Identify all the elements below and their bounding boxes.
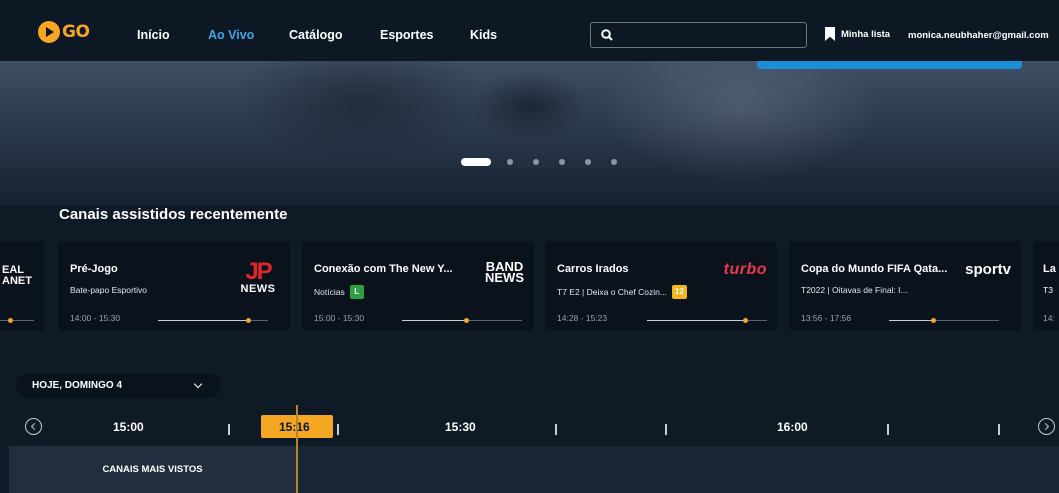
channel-card-partial[interactable]: EAL ANET [0, 241, 44, 331]
discovery-turbo-logo: turbo [723, 261, 767, 278]
program-time: 14: [1043, 313, 1055, 323]
carousel-dot[interactable] [507, 159, 513, 165]
channel-card-partial[interactable]: La T3 14: [1033, 241, 1059, 331]
timeline-tick [887, 424, 889, 435]
timeline-tick [665, 424, 667, 435]
progress-bar [889, 318, 999, 323]
nav-item-esportes[interactable]: Esportes [380, 28, 434, 42]
program-title: Carros Irados [557, 263, 629, 275]
date-selector[interactable]: HOJE, DOMINGO 4 [16, 373, 221, 398]
channel-card[interactable]: Copa do Mundo FIFA Qata... T2022 | Oitav… [789, 241, 1021, 331]
carousel-dot[interactable] [533, 159, 539, 165]
hero-image-highlight [600, 61, 880, 181]
bookmark-icon [825, 27, 835, 41]
chevron-left-icon [30, 422, 39, 431]
section-title: Canais assistidos recentemente [59, 206, 288, 223]
nav-item-inicio[interactable]: Início [137, 28, 170, 42]
progress-bar [402, 318, 522, 323]
schedule-row-label: CANAIS MAIS VISTOS [9, 446, 296, 493]
my-list-link[interactable]: Minha lista [825, 27, 890, 41]
nav-item-catalogo[interactable]: Catálogo [289, 28, 342, 42]
timeline-prev-button[interactable] [25, 418, 42, 435]
program-time: 14:00 - 15:30 [70, 313, 121, 323]
program-title: Pré-Jogo [70, 263, 118, 275]
program-subtitle: T2022 | Oitavas de Final: I... [801, 285, 908, 295]
timeline-next-button[interactable] [1038, 418, 1055, 435]
channel-card[interactable]: Pré-Jogo Bate-papo Esportivo JP NEWS 14:… [58, 241, 290, 331]
search-input[interactable] [619, 28, 799, 42]
channel-card[interactable]: Carros Irados T7 E2 | Deixa o Chef Cozin… [545, 241, 777, 331]
timeline-tick [998, 424, 1000, 435]
program-subtitle: T3 [1043, 285, 1053, 295]
band-news-logo: BAND NEWS [485, 259, 524, 285]
progress-bar [158, 318, 268, 323]
hero-image-shade [230, 61, 490, 161]
program-time: 14:28 - 15:23 [557, 313, 608, 323]
progress-bar [0, 318, 34, 323]
channel-logo: EAL ANET [2, 264, 32, 287]
carousel-dot[interactable] [461, 158, 491, 166]
jp-news-logo: JP NEWS [240, 258, 276, 296]
go-logo[interactable]: GO [38, 21, 90, 43]
carousel-dot[interactable] [611, 159, 617, 165]
search-icon [601, 29, 613, 41]
program-title: Copa do Mundo FIFA Qata... [801, 263, 948, 275]
play-logo-icon [38, 21, 60, 43]
sportv-logo: sportv [965, 261, 1011, 278]
program-time: 15:00 - 15:30 [314, 313, 365, 323]
carousel-dots [461, 158, 637, 166]
rating-badge: L [349, 285, 364, 299]
channel-card[interactable]: Conexão com The New Y... Notícias L BAND… [302, 241, 534, 331]
progress-bar [647, 318, 767, 323]
time-label: 15:00 [113, 420, 144, 434]
carousel-dot[interactable] [559, 159, 565, 165]
program-subtitle: T7 E2 | Deixa o Chef Cozin... 12 [557, 285, 687, 299]
program-time: 13:56 - 17:56 [801, 313, 852, 323]
hero-banner[interactable] [0, 61, 1059, 206]
program-subtitle: Bate-papo Esportivo [70, 285, 148, 295]
my-list-label: Minha lista [841, 28, 891, 40]
time-label: 16:00 [777, 420, 808, 434]
chevron-right-icon [1041, 422, 1050, 431]
nav-item-kids[interactable]: Kids [470, 28, 497, 42]
hero-image-shade [470, 71, 590, 141]
program-title: La [1043, 263, 1056, 275]
date-label: HOJE, DOMINGO 4 [32, 380, 123, 391]
rating-badge: 12 [671, 285, 687, 299]
program-subtitle: Notícias L [314, 285, 364, 299]
chevron-down-icon [193, 379, 203, 389]
logo-text: GO [62, 22, 90, 42]
nav-item-ao-vivo[interactable]: Ao Vivo [208, 28, 254, 42]
user-account[interactable]: monica.neubhaher@gmail.com [908, 30, 1049, 41]
top-navbar: GO Início Ao Vivo Catálogo Esportes Kids… [0, 0, 1059, 61]
carousel-dot[interactable] [585, 159, 591, 165]
timeline-tick [555, 424, 557, 435]
search-box[interactable] [590, 22, 807, 48]
current-time-line [296, 405, 298, 493]
time-label: 15:30 [445, 420, 476, 434]
hero-cta-button[interactable] [757, 61, 1022, 69]
program-title: Conexão com The New Y... [314, 263, 453, 275]
timeline-tick [337, 424, 339, 435]
timeline-tick [228, 424, 230, 435]
